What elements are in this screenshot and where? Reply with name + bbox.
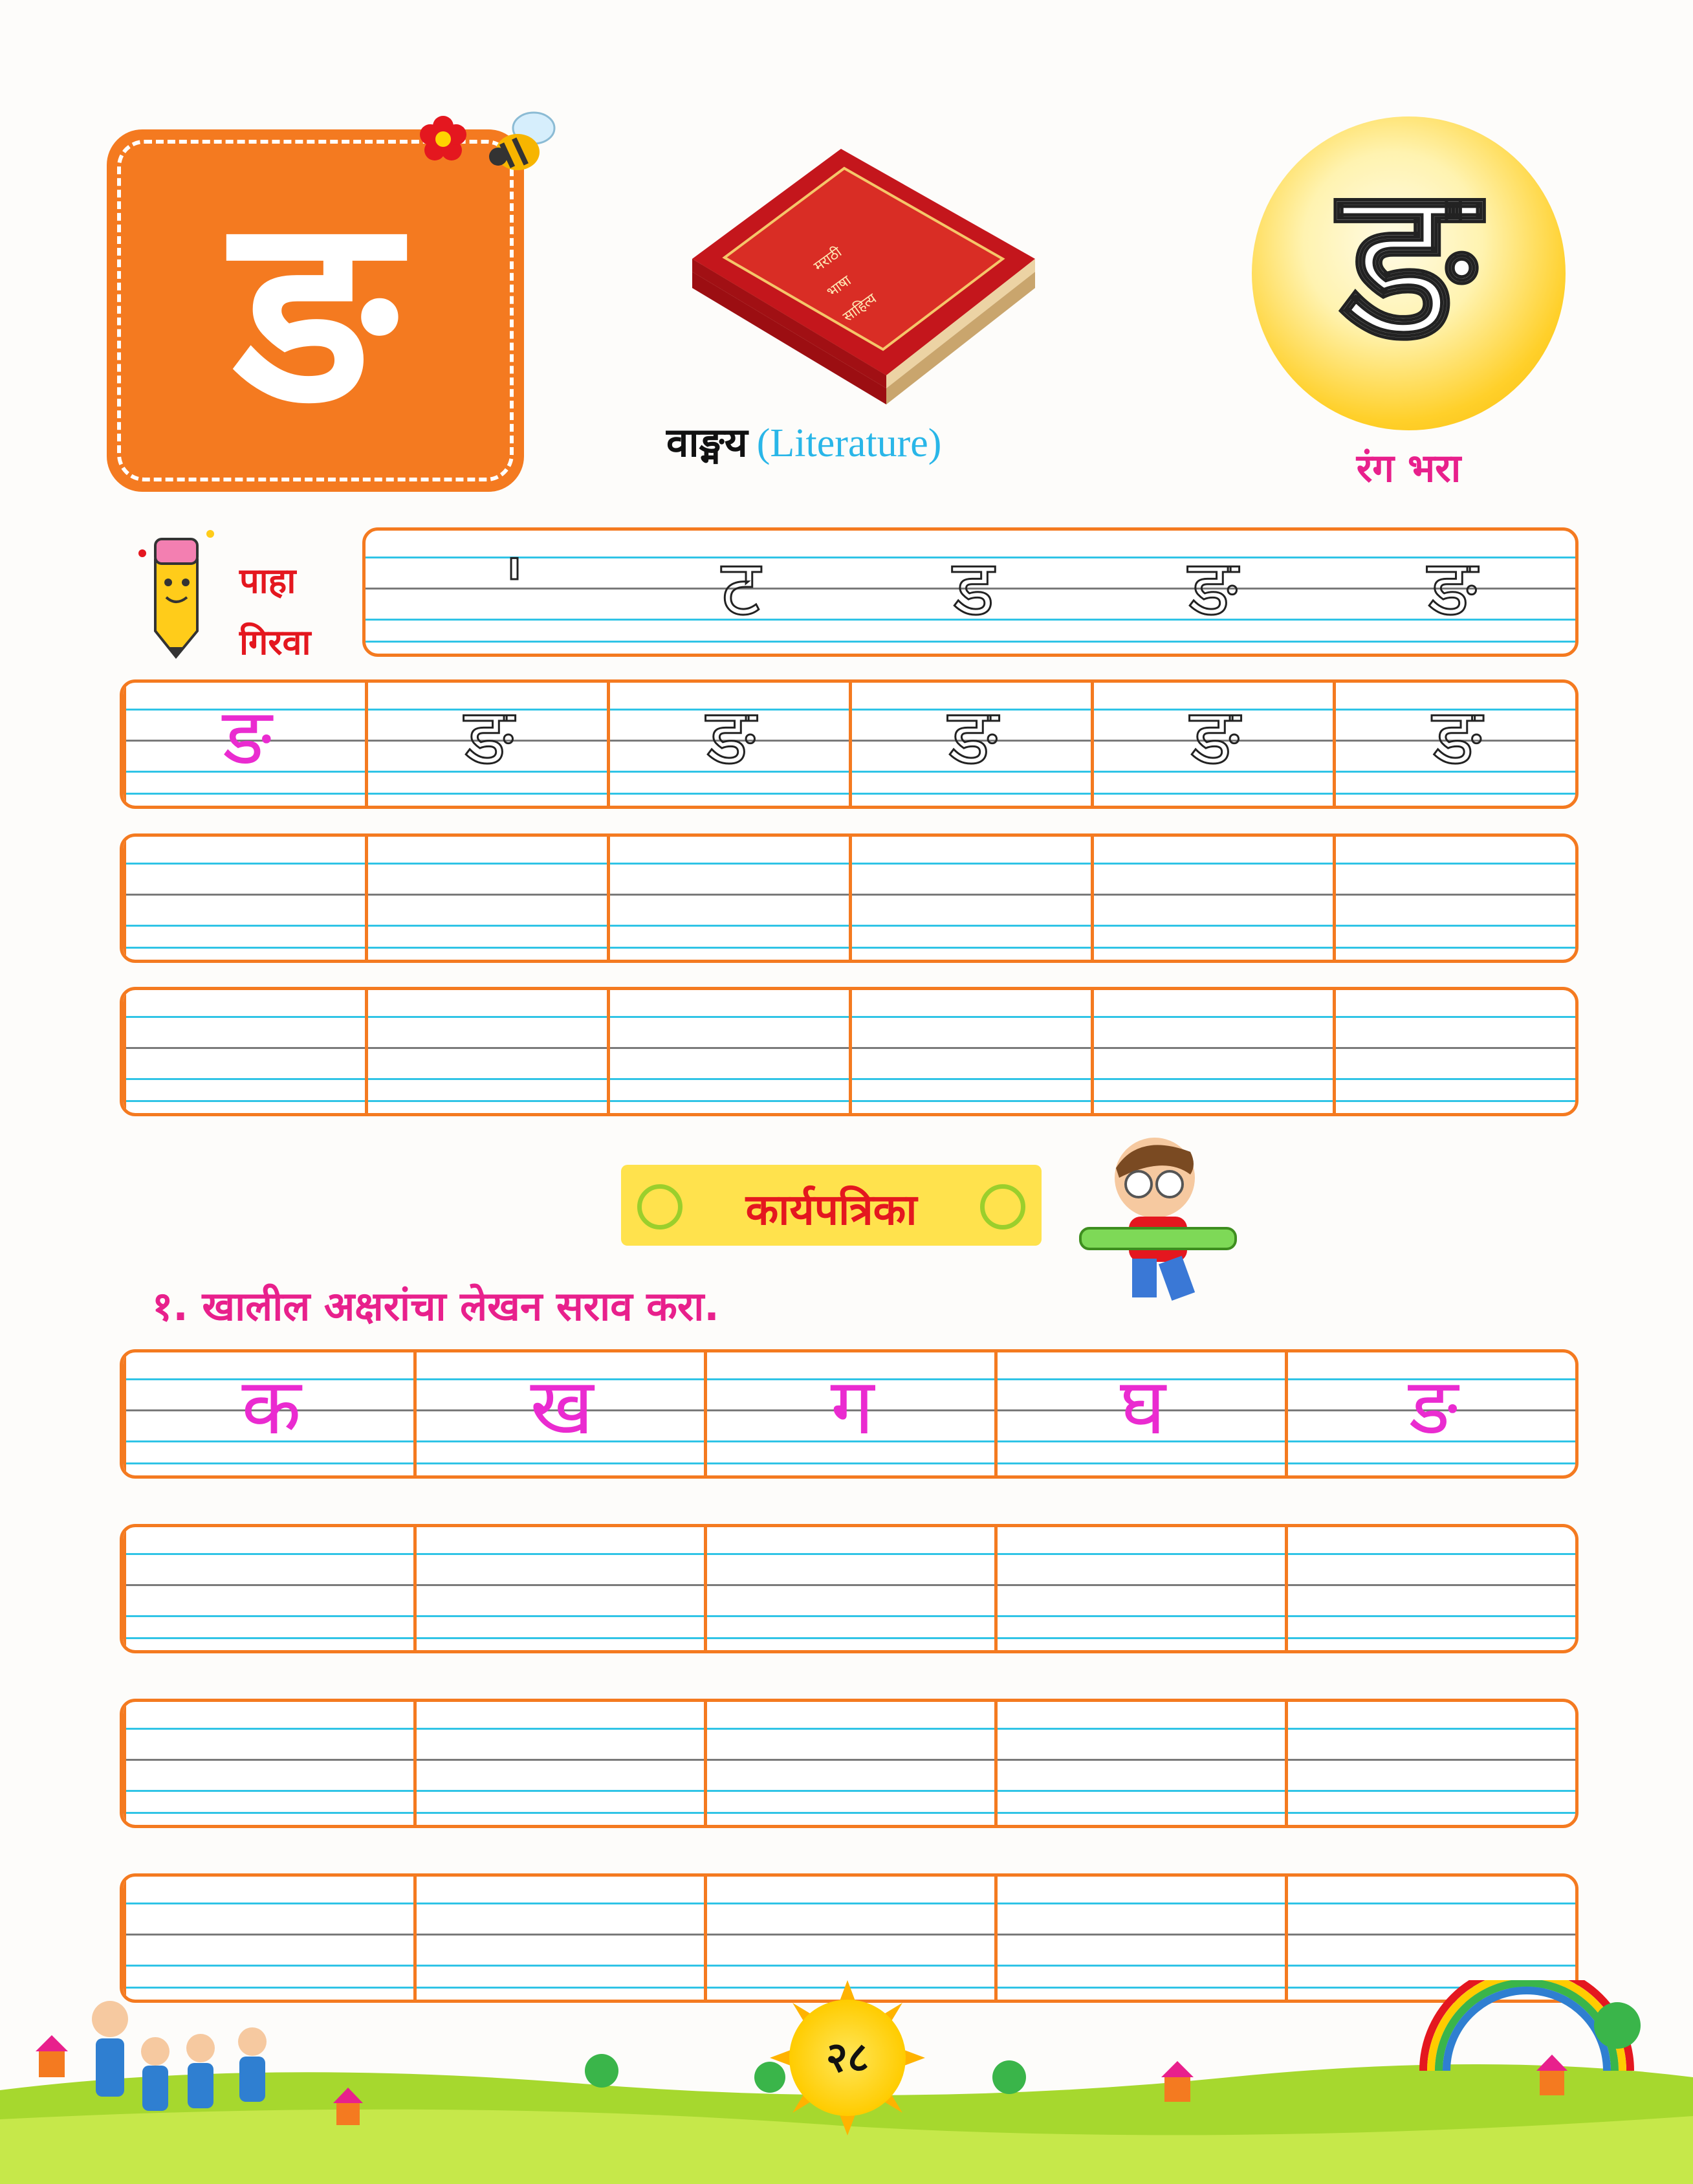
stroke-step: ड	[952, 544, 995, 634]
word-label: वाङ्मय (Literature)	[666, 414, 1184, 469]
outline-letter: ङ	[1339, 138, 1478, 386]
stroke-step: ट	[720, 544, 761, 634]
stroke-step: ङ	[1187, 544, 1238, 634]
practice-row[interactable]	[120, 987, 1578, 1116]
trace-row: ङ ङ ङ ङ ङ ङ	[120, 679, 1578, 809]
coloring-circle: ङ	[1252, 116, 1566, 430]
trace-label: गिरवा	[239, 622, 311, 663]
letters-row: क ख ग घ ङ	[120, 1349, 1578, 1479]
trace-letter[interactable]: ङ	[610, 698, 852, 777]
see-label: पाहा	[239, 560, 296, 601]
page-number: २८	[789, 2000, 906, 2116]
trace-letter[interactable]: ङ	[1336, 698, 1575, 777]
practice-row[interactable]	[120, 1524, 1578, 1653]
flower-bee-icon	[420, 111, 556, 170]
practice-row[interactable]	[120, 1699, 1578, 1828]
pencil-mascot-icon	[138, 530, 214, 659]
card-letter: ङ	[233, 160, 398, 461]
see-trace-label: पाहा गिरवा	[239, 550, 311, 673]
stroke-step: ङ	[1426, 544, 1478, 634]
color-label: रंग भरा	[1356, 446, 1461, 491]
book-icon: मराठी भाषा साहित्य	[692, 149, 1035, 404]
practice-letter: ख	[530, 1362, 594, 1452]
practice-letter: ङ	[1408, 1362, 1458, 1452]
practice-letter: ग	[830, 1362, 875, 1452]
swirl-icon	[980, 1184, 1025, 1230]
stroke-step: '	[503, 544, 526, 634]
practice-row[interactable]	[120, 833, 1578, 963]
boy-with-pencil-icon	[1079, 1138, 1237, 1301]
trace-letter[interactable]: ङ	[852, 698, 1094, 777]
trace-letter[interactable]: ङ	[1094, 698, 1336, 777]
word-marathi: वाङ्मय	[666, 419, 748, 466]
worksheet-title: कार्यपत्रिका	[745, 1185, 917, 1235]
model-letter: ङ	[222, 692, 272, 782]
stroke-order-row: ' ट ड ङ ङ	[362, 527, 1578, 657]
trace-letter[interactable]: ङ	[368, 698, 610, 777]
worksheet-banner: कार्यपत्रिका	[621, 1165, 1042, 1246]
word-english: (Literature)	[756, 421, 942, 465]
practice-letter: घ	[1120, 1362, 1166, 1452]
instruction-text: १. खालील अक्षरांचा लेखन सराव करा.	[152, 1283, 719, 1330]
practice-letter: क	[241, 1362, 301, 1452]
